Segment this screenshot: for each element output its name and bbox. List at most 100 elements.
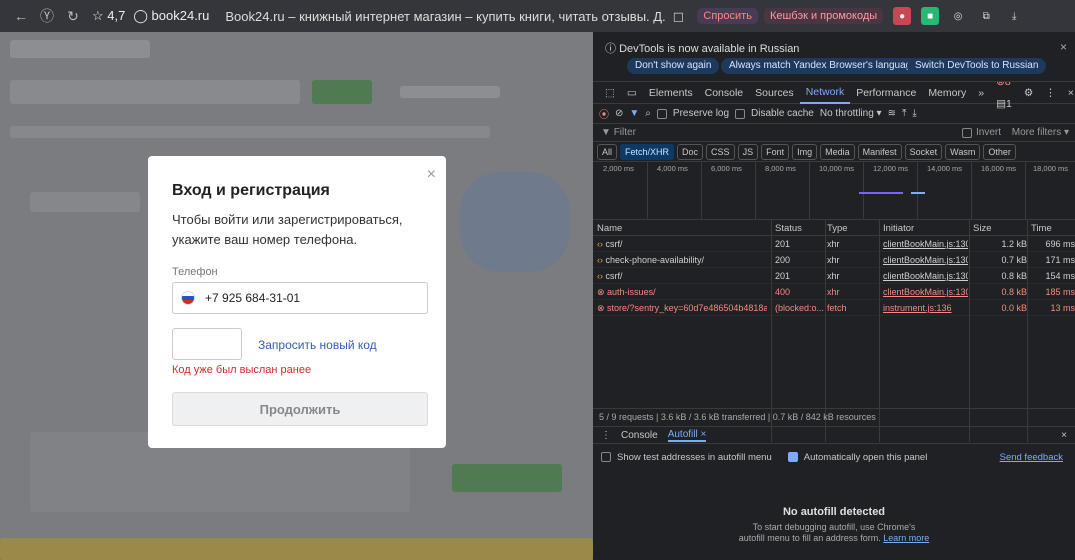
throttling-select[interactable]: No throttling ▾: [820, 108, 882, 119]
collections-icon[interactable]: ⧉: [977, 7, 995, 25]
cashback-button[interactable]: Кешбэк и промокоды: [763, 8, 884, 24]
col-time[interactable]: Time: [1031, 223, 1075, 234]
preserve-log-checkbox[interactable]: [656, 108, 667, 119]
drawer-menu-icon[interactable]: ⋮: [601, 430, 611, 441]
inspect-icon[interactable]: ⬚: [599, 82, 621, 104]
chip-all[interactable]: All: [597, 143, 618, 160]
chip-css[interactable]: CSS: [706, 143, 735, 160]
sms-code-input[interactable]: [172, 328, 242, 360]
col-name[interactable]: Name: [597, 223, 767, 234]
site-rating[interactable]: ☆ 4,7: [92, 8, 125, 24]
table-row[interactable]: ⊗ store/?sentry_key=60d7e486504b4818a...…: [593, 300, 1075, 316]
more-filters-dropdown[interactable]: More filters ▾: [1012, 127, 1069, 138]
request-initiator[interactable]: clientBookMain.js:130: [883, 271, 968, 281]
upload-icon[interactable]: ⤒: [902, 108, 906, 119]
extension-icon[interactable]: ■: [921, 7, 940, 25]
timeline-bar: [911, 192, 925, 194]
timeline-gridline: [863, 162, 864, 220]
timeline-gridline: [701, 162, 702, 220]
timeline-label: 10,000 ms: [819, 164, 855, 173]
extension-icon[interactable]: ●: [893, 7, 912, 25]
search-icon[interactable]: ⌕: [645, 108, 651, 119]
back-icon[interactable]: ←: [8, 8, 34, 24]
chip-wasm[interactable]: Wasm: [945, 143, 981, 160]
table-row[interactable]: ‹› csrf/201 xhr clientBookMain.js:130 1.2 k…: [593, 236, 1075, 252]
request-size: 0.8 kB: [1001, 287, 1027, 297]
chip-other[interactable]: Other: [983, 143, 1016, 160]
table-row[interactable]: ‹› check-phone-availability/200 xhr client…: [593, 252, 1075, 268]
drawer-tab-autofill[interactable]: Autofill ×: [667, 429, 707, 442]
col-initiator[interactable]: Initiator: [883, 223, 968, 234]
ask-button[interactable]: Спросить: [697, 8, 758, 24]
invert-toggle[interactable]: Invert: [961, 127, 1001, 138]
request-initiator[interactable]: instrument.js:136: [883, 303, 968, 313]
chip-media[interactable]: Media: [820, 143, 855, 160]
show-test-addresses-checkbox[interactable]: [601, 452, 611, 462]
auto-open-label: Automatically open this panel: [803, 451, 928, 463]
phone-label: Телефон: [172, 266, 218, 278]
send-feedback-link[interactable]: Send feedback: [1000, 452, 1063, 463]
record-icon[interactable]: ⦿: [599, 106, 609, 121]
phone-input[interactable]: +7 925 684-31-01: [172, 282, 428, 314]
chip-fetch-xhr[interactable]: Fetch/XHR: [620, 143, 675, 160]
chip-doc[interactable]: Doc: [677, 143, 704, 160]
tab-memory[interactable]: Memory: [922, 82, 972, 104]
chip-socket[interactable]: Socket: [904, 143, 943, 160]
continue-button[interactable]: Продолжить: [172, 392, 428, 426]
invert-checkbox[interactable]: [961, 127, 972, 138]
tab-performance[interactable]: Performance: [850, 82, 922, 104]
network-timeline[interactable]: 2,000 ms 4,000 ms 6,000 ms 8,000 ms 10,0…: [593, 162, 1075, 220]
timeline-label: 16,000 ms: [981, 164, 1017, 173]
device-icon[interactable]: ▭: [621, 82, 643, 104]
always-match-button[interactable]: Always match Yandex Browser's language: [721, 58, 925, 74]
download-icon[interactable]: ⤓: [1005, 7, 1023, 25]
chip-manifest[interactable]: Manifest: [857, 143, 902, 160]
chip-img[interactable]: Img: [792, 143, 818, 160]
devtools-tabs: ⬚ ▭ Elements Console Sources Network Per…: [593, 76, 1075, 110]
more-tabs-icon[interactable]: »: [972, 82, 990, 104]
request-initiator[interactable]: clientBookMain.js:130: [883, 239, 968, 249]
table-row[interactable]: ‹› csrf/201 xhr clientBookMain.js:130 0.8 k…: [593, 268, 1075, 284]
col-size[interactable]: Size: [973, 223, 1027, 234]
disable-cache-checkbox[interactable]: [735, 108, 746, 119]
clear-icon[interactable]: ⊘: [615, 108, 623, 119]
reload-icon[interactable]: ↻: [60, 8, 86, 25]
chip-font[interactable]: Font: [761, 143, 790, 160]
wifi-icon[interactable]: ≋: [888, 108, 896, 119]
switch-language-button[interactable]: Switch DevTools to Russian: [907, 58, 1047, 74]
close-icon[interactable]: ×: [1061, 430, 1067, 441]
filter-input[interactable]: ▼ Filter: [601, 127, 636, 138]
request-initiator[interactable]: clientBookMain.js:130: [883, 287, 968, 297]
filter-icon[interactable]: ▼: [629, 108, 639, 119]
drawer-tab-console[interactable]: Console: [621, 430, 658, 441]
resend-code-link[interactable]: Запросить новый код: [258, 338, 377, 352]
table-row[interactable]: ⊗ auth-issues/400 xhr clientBookMain.js:13…: [593, 284, 1075, 300]
filter-bar: ▼ Filter Invert More filters ▾: [593, 124, 1075, 142]
tab-elements[interactable]: Elements: [643, 82, 699, 104]
yandex-icon[interactable]: Ⓨ: [34, 6, 60, 26]
gear-icon[interactable]: ⚙: [1018, 82, 1039, 104]
dont-show-button[interactable]: Don't show again: [627, 58, 720, 74]
tab-console[interactable]: Console: [699, 82, 750, 104]
tab-sources[interactable]: Sources: [749, 82, 800, 104]
request-initiator[interactable]: clientBookMain.js:130: [883, 255, 968, 265]
close-icon[interactable]: ×: [1062, 82, 1075, 104]
learn-more-link[interactable]: Learn more: [883, 533, 929, 543]
request-name-text: check-phone-availability/: [605, 255, 705, 265]
no-autofill-title: No autofill detected: [782, 506, 886, 518]
error-icon: ⊗: [597, 303, 608, 313]
download-icon[interactable]: ⤓: [912, 108, 916, 119]
chip-js[interactable]: JS: [737, 143, 759, 160]
close-icon[interactable]: ×: [1060, 40, 1067, 54]
request-size: 1.2 kB: [1001, 239, 1027, 249]
kebab-menu-icon[interactable]: ⋮: [1039, 82, 1062, 104]
settings-icon[interactable]: ◎: [949, 7, 967, 25]
auto-open-checkbox[interactable]: [787, 452, 798, 462]
tab-network[interactable]: Network: [799, 82, 851, 104]
request-time: 696 ms: [1045, 239, 1075, 249]
col-status[interactable]: Status: [775, 223, 825, 234]
bookmark-icon[interactable]: ◻: [665, 8, 691, 25]
col-type[interactable]: Type: [827, 223, 877, 234]
close-icon[interactable]: ×: [427, 166, 436, 184]
address-bar[interactable]: ◯ book24.ru: [133, 8, 209, 24]
